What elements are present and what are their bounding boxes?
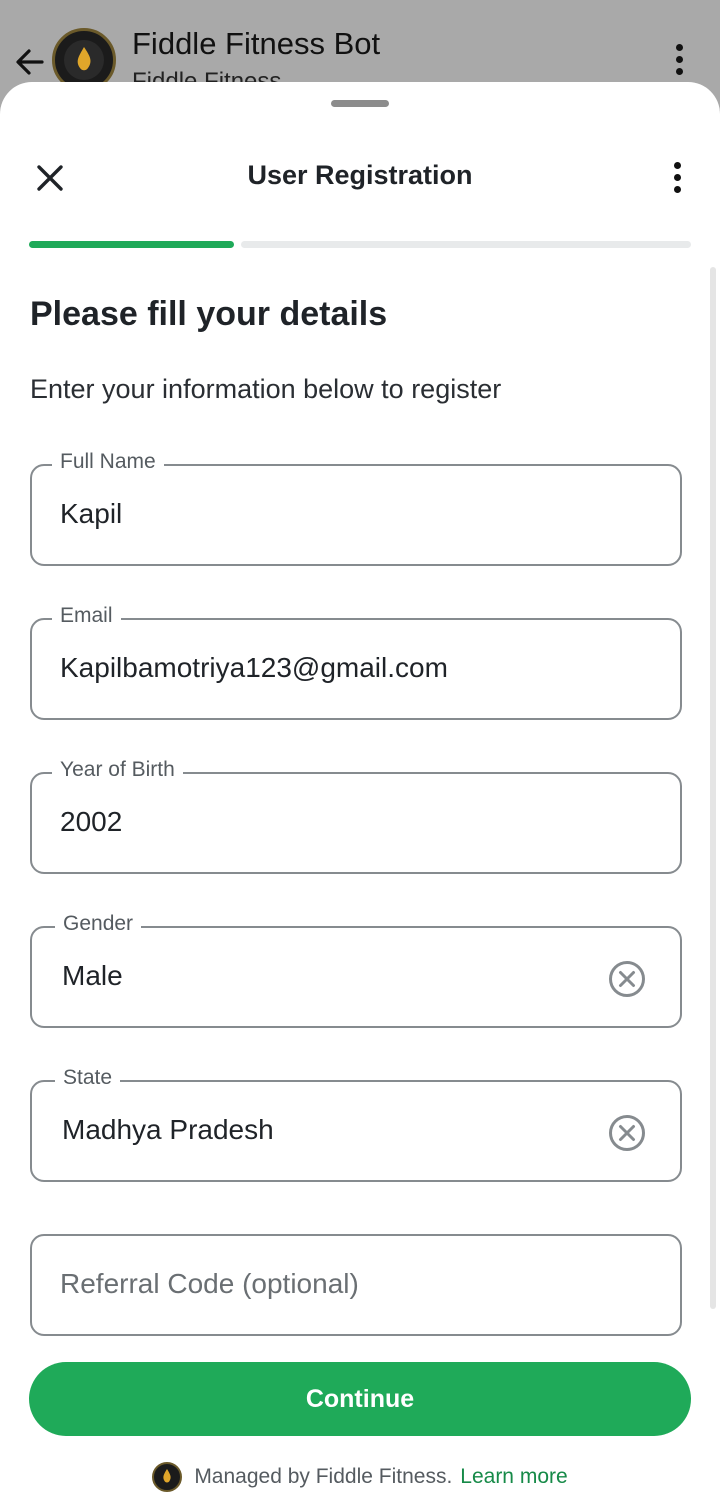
registration-sheet: User Registration Please fill your detai… [0,82,720,1499]
field-value: Madhya Pradesh [62,1114,274,1145]
managed-by-text: Managed by Fiddle Fitness. [194,1465,453,1488]
field-label: Gender [55,912,142,936]
email-field[interactable]: Email Kapilbamotriya123@gmail.com [30,604,682,720]
field-value: 2002 [60,806,123,837]
field-value: Male [62,960,123,991]
clear-gender-icon[interactable] [608,960,646,998]
form-heading: Please fill your details [30,295,388,333]
field-label: Year of Birth [52,758,183,782]
full-name-field[interactable]: Full Name Kapil [30,450,682,566]
field-label: Full Name [52,450,164,474]
bottom-action-bar: Continue Managed by Fiddle Fitness. Lear… [0,1340,720,1499]
footer: Managed by Fiddle Fitness. Learn more [0,1462,720,1492]
chat-title: Fiddle Fitness Bot [132,26,381,61]
referral-code-placeholder: Referral Code (optional) [60,1268,359,1299]
form-subheading: Enter your information below to register [30,374,502,404]
learn-more-link[interactable]: Learn more [460,1465,567,1489]
continue-button[interactable]: Continue [29,1362,691,1436]
step-progress-bar [29,241,691,249]
sheet-drag-handle[interactable] [331,100,389,107]
year-of-birth-field[interactable]: Year of Birth 2002 [30,758,682,874]
fiddle-fitness-logo [152,1462,183,1492]
clear-state-icon[interactable] [608,1114,646,1152]
sheet-title: User Registration [247,160,473,190]
state-select[interactable]: State Madhya Pradesh [30,1066,682,1182]
field-value: Kapilbamotriya123@gmail.com [60,652,448,683]
gender-select[interactable]: Gender Male [30,912,682,1028]
field-label: State [55,1066,121,1090]
field-label: Email [52,604,121,628]
field-value: Kapil [60,498,123,529]
referral-code-field[interactable]: Referral Code (optional) [30,1234,682,1336]
scrollbar[interactable] [710,267,716,1309]
more-options-icon[interactable] [664,44,694,80]
progress-track [241,241,691,248]
progress-fill [29,241,234,248]
back-arrow-icon[interactable] [12,44,48,80]
sheet-more-options-icon[interactable] [662,160,692,196]
